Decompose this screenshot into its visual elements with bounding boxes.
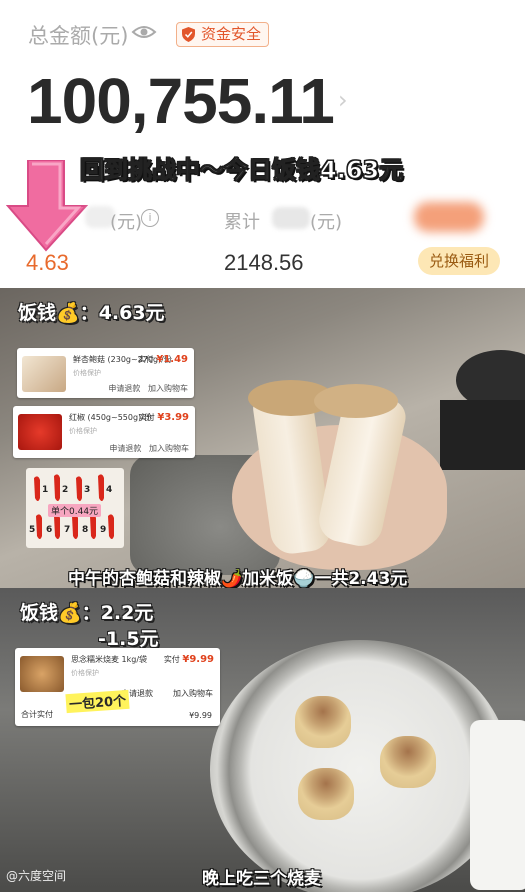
down-arrow-sticker-icon — [6, 160, 88, 252]
pepper-thumbnail — [18, 414, 62, 450]
pepper-number: 7 — [64, 525, 70, 535]
price-protection: 价格保护 — [69, 427, 97, 435]
exchange-benefits-button[interactable]: 兑换福利 — [418, 247, 500, 275]
pepper-unit-price: 单个0.44元 — [48, 504, 102, 517]
chevron-right-icon[interactable]: › — [338, 86, 348, 114]
shield-icon — [182, 27, 195, 42]
eye-icon[interactable] — [131, 22, 157, 42]
stove-image — [440, 400, 525, 470]
product-price: 实付 ¥1.49 — [137, 354, 188, 365]
pepper-number: 1 — [42, 485, 48, 495]
product-name: 思念糯米烧麦 1kg/袋 — [71, 655, 148, 664]
shumai-image — [298, 768, 354, 820]
watermark: @六度空间 — [6, 869, 67, 883]
today-value: 4.63 — [26, 250, 69, 275]
blurred-label — [272, 207, 310, 229]
fund-safety-badge[interactable]: 资金安全 — [176, 22, 270, 47]
steamer-image — [210, 640, 510, 892]
lunch-cost-tag: 饭钱💰：4.63元 — [18, 302, 165, 324]
card-actions[interactable]: 申请退款 加入购物车 — [108, 383, 188, 394]
total-amount: 100,755.11 — [27, 65, 335, 137]
pepper-number: 4 — [106, 485, 112, 495]
shumai-image — [380, 736, 436, 788]
shumai-thumbnail — [20, 656, 64, 692]
product-price: 实付 ¥9.99 — [163, 654, 214, 665]
product-price: 实付 ¥3.99 — [138, 412, 189, 423]
pepper-number: 8 — [82, 525, 88, 535]
order-card-pepper[interactable]: 红椒 (450g~550g)/份 实付 ¥3.99 价格保护 申请退款 加入购物… — [13, 406, 195, 458]
shumai-image — [295, 696, 351, 748]
pepper-number: 6 — [46, 525, 52, 535]
today-label: (元) — [110, 212, 143, 233]
total-label: 合计实付 — [21, 710, 53, 719]
accumulated-value: 2148.56 — [224, 250, 304, 275]
price-protection: 价格保护 — [71, 669, 99, 677]
blurred-promo — [414, 202, 484, 232]
total-amount-label: 总金额(元) — [28, 24, 129, 48]
accumulated-unit: (元) — [310, 212, 343, 233]
pepper-number: 5 — [29, 525, 35, 535]
card-actions[interactable]: 申请退款 加入购物车 — [109, 443, 189, 454]
dinner-photo-panel: 饭钱💰：2.2元 -1.5元 思念糯米烧麦 1kg/袋 实付 ¥9.99 价格保… — [0, 588, 525, 892]
pepper-number: 2 — [62, 485, 68, 495]
info-icon[interactable]: i — [141, 209, 159, 227]
challenge-overlay-text: 回到挑战中～今日饭钱4.63元 — [79, 156, 404, 185]
order-card-shumai[interactable]: 思念糯米烧麦 1kg/袋 实付 ¥9.99 价格保护 申请退款 加入购物车 合计… — [15, 648, 220, 726]
add-cart-link[interactable]: 加入购物车 — [173, 688, 213, 699]
dinner-discount: -1.5元 — [98, 628, 159, 650]
total-value: ¥9.99 — [189, 711, 212, 720]
lunch-photo-panel: 饭钱💰：4.63元 鲜杏鲍菇 (230g~270g)/份 实付 ¥1.49 价格… — [0, 288, 525, 588]
accumulated-label: 累计 — [224, 212, 260, 233]
mushroom-thumbnail — [22, 356, 66, 392]
balance-header: 总金额(元) 资金安全 100,755.11 › 回到挑战中～今日饭钱4.63元… — [0, 0, 525, 288]
pepper-number: 9 — [100, 525, 106, 535]
dinner-cost-tag: 饭钱💰：2.2元 — [20, 602, 154, 624]
pepper-count-image: 1 2 3 4 5 6 7 8 9 单个0.44元 — [26, 468, 124, 548]
badge-label: 资金安全 — [201, 25, 262, 43]
price-protection: 价格保护 — [73, 369, 101, 377]
mushroom-cap-image — [314, 384, 398, 418]
pepper-number: 3 — [84, 485, 90, 495]
lunch-caption: 中午的杏鲍菇和辣椒🌶️加米饭🍚一共2.43元 — [68, 569, 408, 588]
order-card-mushroom[interactable]: 鲜杏鲍菇 (230g~270g)/份 实付 ¥1.49 价格保护 申请退款 加入… — [17, 348, 194, 398]
dinner-caption: 晚上吃三个烧麦 — [202, 869, 321, 889]
steam-image — [470, 720, 525, 890]
